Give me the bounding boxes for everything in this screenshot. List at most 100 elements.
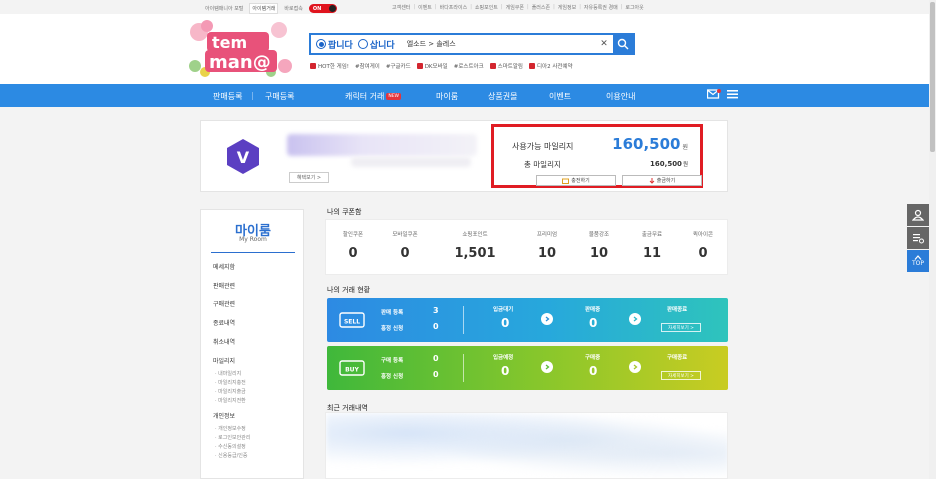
buy-detail-button[interactable]: 자세히보기 > [661,371,701,380]
sell-request-count[interactable]: 0 [433,322,439,331]
coupon-shopping-point[interactable]: 쇼핑포인트 1,501 [450,230,500,261]
sidebar-item-closed[interactable]: 종료내역 [213,318,235,327]
sidebar-sub-mileage-withdraw[interactable]: · 마일리지출금 [215,388,246,395]
sell-wait-label: 입금대기 [493,307,514,313]
nav-character-label: 캐릭터 거래 [345,92,385,101]
search-bar: 팝니다 삽니다 엘소드 > 솔레스 ✕ [309,33,635,55]
charge-button[interactable]: 충전하기 [536,175,616,186]
usable-mileage-label: 사용가능 마일리지 [512,142,574,151]
util-link[interactable]: 쇼핑포인트 [475,4,498,11]
top-label: TOP [911,260,924,267]
sidebar-sub-mileage-convert[interactable]: · 마일리지전환 [215,397,246,404]
tag-item[interactable]: 스마트알림 [489,62,523,70]
nav-event[interactable]: 이벤트 [549,91,571,102]
util-link[interactable]: 플러스존 [532,4,550,11]
profile-float-button[interactable] [907,204,929,226]
tag-item[interactable]: HOT한 게임! [310,62,349,70]
main-nav: 판매등록 | 구매등록 캐릭터 거래 NEW 마이룸 상품권몰 이벤트 이용안내 [0,84,936,107]
sell-wait-count[interactable]: 0 [501,316,509,330]
buy-done-label: 구매종료 [667,355,688,361]
sell-radio-label: 팝니다 [328,40,353,51]
nav-myroom[interactable]: 마이룸 [436,91,458,102]
svg-text:V: V [237,148,250,167]
buy-request-count[interactable]: 0 [433,370,439,379]
buy-ing-count[interactable]: 0 [589,364,597,378]
divider [463,354,464,382]
arrow-right-icon [629,361,641,373]
sidebar-sub-credit[interactable]: · 신용등급/인증 [215,452,247,459]
scrollbar[interactable] [929,0,936,479]
tag-item[interactable]: #구글카드 [386,62,411,70]
withdraw-icon [649,177,655,184]
sidebar-item-mileage[interactable]: 마일리지 [213,356,235,365]
nav-buy-register[interactable]: 구매등록 [265,91,294,102]
coupon-free-withdraw[interactable]: 출금무료 11 [627,230,677,261]
buy-wait-count[interactable]: 0 [501,364,509,378]
coupon-mobile[interactable]: 모바일쿠폰 0 [380,230,430,261]
sidebar-sub-my-mileage[interactable]: · 내마일리지 [215,370,241,377]
sidebar-sub-edit-info[interactable]: · 개인정보수정 [215,425,246,432]
menu-icon[interactable] [727,89,738,99]
util-link[interactable]: 바다프라이스 [440,4,468,11]
utility-links: 고객센터 | 이벤트 | 바다프라이스 | 쇼핑포인트 | 게임쿠폰 | 플러스존 | 게임… [392,4,644,11]
divider [211,252,295,253]
nav-giftcard[interactable]: 상품권몰 [488,91,517,102]
portal-link[interactable]: 아이템매니아 포털 [203,4,245,13]
buy-register-label: 구매 등록 [381,358,404,364]
clear-icon[interactable]: ✕ [598,39,610,49]
sidebar-sub-consent[interactable]: · 수신동의설정 [215,443,246,450]
svg-text:tem: tem [212,33,247,52]
coupon-box: 할인쿠폰 0 모바일쿠폰 0 쇼핑포인트 1,501 프리미엄 10 물품강조 10 출금… [325,219,728,275]
sell-detail-button[interactable]: 자세히보기 > [661,323,701,332]
svg-text:man@: man@ [209,52,271,73]
mail-icon[interactable] [707,89,721,99]
coupon-highlight[interactable]: 물품강조 10 [574,230,624,261]
coupon-discount[interactable]: 할인쿠폰 0 [328,230,378,261]
util-link[interactable]: 게임쿠폰 [506,4,524,11]
withdraw-button[interactable]: 출금하기 [622,175,702,186]
sidebar-item-message[interactable]: 메세지함 [213,262,235,271]
nav-sell-register[interactable]: 판매등록 [213,91,242,102]
scrollbar-thumb[interactable] [930,2,935,152]
buy-wait-label: 입금예정 [493,355,514,361]
list-float-button[interactable] [907,227,929,249]
buy-ing-label: 구매중 [585,355,601,361]
sidebar-sub-mileage-charge[interactable]: · 마일리지충전 [215,379,246,386]
sidebar-sub-login-security[interactable]: · 로그인보안관리 [215,434,250,441]
nav-character-trade[interactable]: 캐릭터 거래 NEW [345,91,402,102]
tag-item[interactable]: DK모바일 [416,62,448,70]
util-link[interactable]: 고객센터 [392,4,410,11]
sidebar-item-buy[interactable]: 구매관련 [213,299,235,308]
tag-item[interactable]: 디아2 사전예약 [528,62,573,70]
util-link[interactable]: 이벤트 [418,4,432,11]
quick-connect-toggle[interactable]: ON [308,4,337,13]
new-badge: NEW [386,93,402,100]
sell-radio[interactable]: 팝니다 [316,38,353,51]
buy-register-count[interactable]: 0 [433,354,439,363]
sidebar-item-sell[interactable]: 판매관련 [213,281,235,290]
coupon-quick-icon[interactable]: 퀵아이콘 0 [678,230,728,261]
util-link[interactable]: 게임정보 [558,4,576,11]
total-mileage-value: 160,500원 [650,160,688,168]
sell-status-banner: SELL 판매 등록 3 흥정 신청 0 입금대기 0 판매중 0 판매종료 자… [327,298,728,342]
search-button[interactable] [613,34,633,54]
logout-link[interactable]: 로그아웃 [625,4,643,11]
tag-item[interactable]: #참여게이 [355,62,380,70]
benefit-button[interactable]: 혜택보기 > [289,172,329,183]
sidebar-item-personal[interactable]: 개인정보 [213,411,235,420]
site-logo[interactable]: tem man@ [185,18,295,78]
item-trade-link[interactable]: 아이템거래 [249,3,279,14]
sell-register-count[interactable]: 3 [433,306,439,315]
blurred-user-name [287,134,477,156]
total-mileage-label: 총 마일리지 [524,160,561,169]
buy-radio[interactable]: 삽니다 [357,38,395,51]
coupon-premium[interactable]: 프리미엄 10 [522,230,572,261]
tag-item[interactable]: #로스트아크 [454,62,484,70]
sell-ing-count[interactable]: 0 [589,316,597,330]
sidebar-item-cancelled[interactable]: 취소내역 [213,337,235,346]
top-button[interactable]: TOP [907,250,929,272]
quick-connect-label: 바로접속 [284,6,303,12]
search-input[interactable]: 엘소드 > 솔레스 [407,39,598,49]
nav-guide[interactable]: 이용안내 [606,91,635,102]
util-link[interactable]: 자유등록권 경매 [584,4,618,11]
